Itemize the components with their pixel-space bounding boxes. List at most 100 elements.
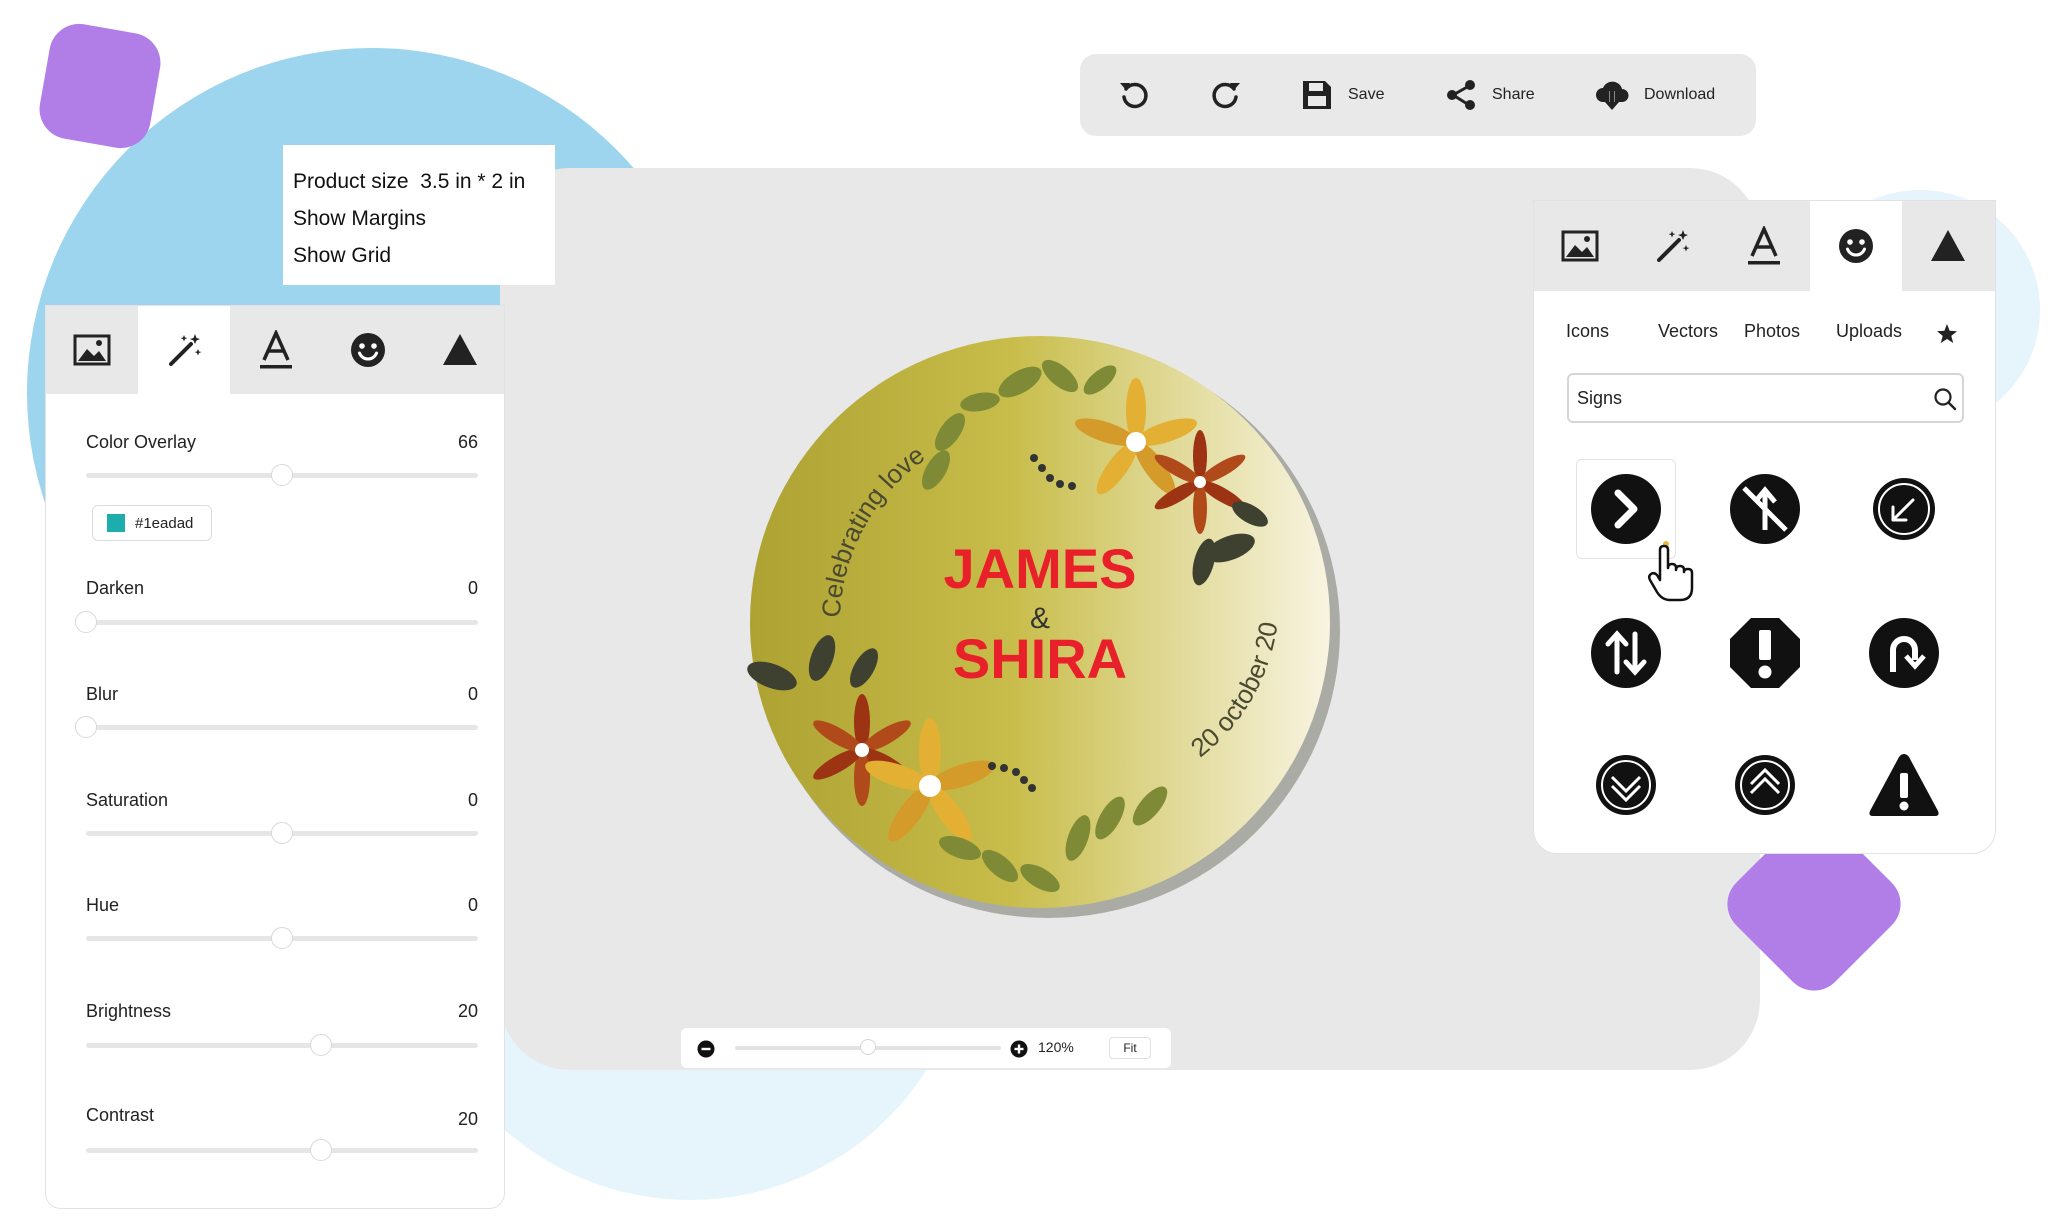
- share-button[interactable]: Share: [1444, 54, 1535, 136]
- tab-shapes[interactable]: [414, 306, 504, 394]
- darken-slider-thumb[interactable]: [75, 611, 97, 633]
- contrast-slider[interactable]: [86, 1139, 478, 1161]
- icon-result-double-chevron-down[interactable]: [1576, 735, 1676, 835]
- download-button[interactable]: Download: [1594, 54, 1715, 136]
- icon-result-arrow-down-left[interactable]: [1854, 459, 1954, 559]
- color-overlay-slider-thumb[interactable]: [271, 464, 293, 486]
- icon-search-box: [1567, 373, 1964, 423]
- color-overlay-label: Color Overlay: [86, 432, 197, 452]
- elements-panel: Icons Vectors Photos Uploads: [1533, 200, 1996, 854]
- tab-text[interactable]: [230, 306, 322, 394]
- hand-pointer-cursor-icon: [1647, 541, 1694, 602]
- category-uploads[interactable]: Uploads: [1836, 321, 1902, 342]
- search-icon[interactable]: [1933, 387, 1957, 411]
- icon-result-up-down-arrows[interactable]: [1576, 603, 1676, 703]
- u-turn-arrow-icon: [1869, 618, 1939, 688]
- blur-slider-thumb[interactable]: [75, 716, 97, 738]
- save-icon: [1303, 81, 1331, 109]
- blur-value: 0: [467, 684, 478, 704]
- tab-images[interactable]: [1534, 201, 1626, 291]
- contrast-value: 20: [457, 1109, 478, 1129]
- hue-value: 0: [467, 895, 478, 915]
- color-overlay-value: 66: [457, 432, 478, 452]
- product-info-box: Product size 3.5 in * 2 in Show Margins …: [283, 145, 555, 285]
- zoom-slider-thumb[interactable]: [860, 1039, 876, 1055]
- exclamation-octagon-icon: [1730, 618, 1800, 688]
- contrast-label: Contrast: [86, 1105, 155, 1125]
- double-chevron-down-icon: [1596, 755, 1656, 815]
- blur-label: Blur: [86, 684, 119, 704]
- tab-stickers[interactable]: [322, 306, 414, 394]
- category-vectors[interactable]: Vectors: [1658, 321, 1718, 342]
- redo-icon: [1212, 82, 1240, 109]
- blur-slider[interactable]: [75, 716, 478, 738]
- hue-slider[interactable]: [86, 927, 478, 949]
- color-overlay-hex: #1eadad: [135, 514, 194, 532]
- brightness-label: Brightness: [86, 1001, 172, 1021]
- icon-result-no-up-arrow[interactable]: [1715, 459, 1815, 559]
- redo-button[interactable]: [1208, 54, 1244, 136]
- icon-search-input[interactable]: [1577, 375, 1917, 421]
- undo-button[interactable]: [1116, 54, 1152, 136]
- show-margins-toggle[interactable]: Show Margins: [293, 200, 555, 237]
- up-down-arrows-icon: [1591, 618, 1661, 688]
- show-grid-toggle[interactable]: Show Grid: [293, 237, 555, 274]
- darken-value: 0: [467, 578, 478, 598]
- download-label: Download: [1644, 86, 1716, 103]
- icon-result-exclamation-octagon[interactable]: [1715, 603, 1815, 703]
- icon-result-u-turn[interactable]: [1854, 603, 1954, 703]
- product-size-text: Product size 3.5 in * 2 in: [293, 170, 526, 193]
- zoom-slider[interactable]: [735, 1039, 1001, 1055]
- tab-effects[interactable]: [138, 306, 230, 394]
- color-overlay-swatch-button[interactable]: #1eadad: [92, 505, 212, 541]
- icon-result-warning-triangle[interactable]: [1854, 735, 1954, 835]
- color-swatch: [107, 514, 125, 532]
- text-format-icon: [1748, 226, 1780, 265]
- contrast-slider-thumb[interactable]: [310, 1139, 333, 1161]
- tab-images[interactable]: [46, 306, 138, 394]
- brightness-slider-thumb[interactable]: [310, 1034, 333, 1056]
- zoom-in-icon[interactable]: [1010, 1040, 1028, 1058]
- saturation-slider-thumb[interactable]: [271, 822, 293, 844]
- arrow-down-left-circle-icon: [1873, 478, 1935, 540]
- share-label: Share: [1492, 86, 1535, 103]
- brightness-slider[interactable]: [86, 1034, 478, 1056]
- smiley-icon: [351, 333, 385, 367]
- darken-label: Darken: [86, 578, 145, 598]
- hue-label: Hue: [86, 895, 120, 915]
- image-icon: [73, 334, 111, 366]
- adjustments-panel: Color Overlay 66 #1eadad Darken 0 Blur 0…: [45, 305, 505, 1209]
- darken-slider[interactable]: [75, 611, 478, 633]
- share-icon: [1447, 80, 1475, 110]
- icon-result-double-chevron-up[interactable]: [1715, 735, 1815, 835]
- left-panel-tabs: [46, 306, 504, 394]
- zoom-fit-button[interactable]: Fit: [1109, 1037, 1151, 1059]
- magic-wand-icon: [169, 334, 202, 366]
- favorites-star-icon[interactable]: [1936, 323, 1958, 345]
- zoom-control-bar: 120% Fit: [681, 1028, 1171, 1068]
- zoom-out-icon[interactable]: [697, 1040, 715, 1058]
- save-label: Save: [1348, 86, 1385, 103]
- color-overlay-slider[interactable]: [86, 464, 478, 486]
- chevron-right-circle-icon: [1591, 474, 1661, 544]
- triangle-icon: [443, 334, 477, 365]
- top-toolbar: Save Share Download: [1080, 54, 1756, 136]
- design-name-bottom[interactable]: SHIRA: [953, 627, 1127, 690]
- brightness-value: 20: [457, 1001, 478, 1021]
- tab-stickers[interactable]: [1810, 201, 1902, 291]
- cloud-download-icon: [1596, 81, 1629, 110]
- tab-text[interactable]: [1718, 201, 1810, 291]
- text-format-icon: [260, 330, 292, 369]
- design-name-top[interactable]: JAMES: [944, 537, 1137, 600]
- zoom-percent: 120%: [1038, 1039, 1074, 1055]
- tab-shapes[interactable]: [1902, 201, 1994, 291]
- save-button[interactable]: Save: [1300, 54, 1384, 136]
- category-photos[interactable]: Photos: [1744, 321, 1800, 342]
- double-chevron-up-icon: [1735, 755, 1795, 815]
- sticker-design[interactable]: JAMES & SHIRA Celebrating love 20 octobe…: [730, 318, 1350, 938]
- category-icons[interactable]: Icons: [1566, 321, 1609, 342]
- triangle-icon: [1931, 230, 1965, 261]
- hue-slider-thumb[interactable]: [271, 927, 293, 949]
- saturation-slider[interactable]: [86, 822, 478, 844]
- tab-effects[interactable]: [1626, 201, 1718, 291]
